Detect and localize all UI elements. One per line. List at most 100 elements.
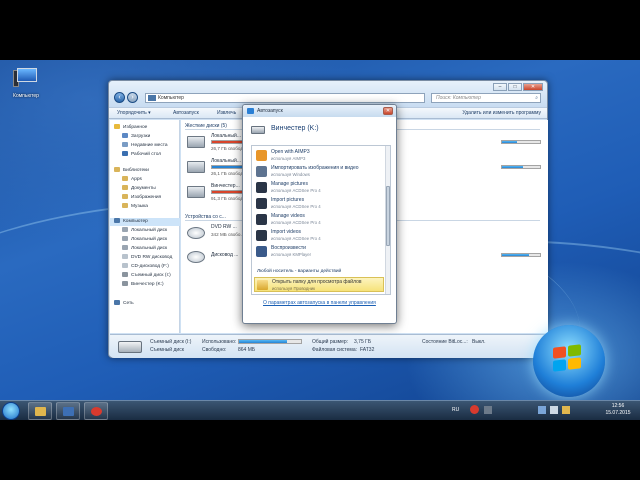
autoplay-button[interactable]: Автозапуск xyxy=(173,110,199,116)
downloads-icon xyxy=(122,133,128,138)
sidebar-item-network[interactable]: Сеть xyxy=(114,300,184,308)
sidebar-label: Локальный диск xyxy=(131,228,168,233)
uninstall-program-button[interactable]: Удалить или изменить программу xyxy=(462,110,541,116)
sidebar-label: Избранное xyxy=(123,125,148,130)
tray-volume-icon[interactable] xyxy=(550,406,558,414)
taskbar: RU 12:56 15.07.2015 xyxy=(0,400,640,420)
autoplay-option-import-windows[interactable]: Импортировать изображения и видео исполь… xyxy=(254,164,382,179)
address-bar[interactable]: Компьютер xyxy=(145,93,425,103)
forward-arrow-icon[interactable]: › xyxy=(127,92,138,103)
desktop-icon-label: Компьютер xyxy=(13,93,39,99)
drive-usage-fill xyxy=(502,141,518,143)
autoplay-option-manage-videos[interactable]: Manage videos используя ACDSee Pro 4 xyxy=(254,212,382,227)
maximize-button[interactable]: □ xyxy=(508,83,522,91)
tray-network-icon[interactable] xyxy=(538,406,546,414)
option-subtitle: используя ACDSee Pro 4 xyxy=(271,220,321,225)
drive-usage-bar-right xyxy=(501,140,541,144)
search-input[interactable]: Поиск: Компьютер ⌕ xyxy=(431,93,541,103)
option-title: Воспроизвести xyxy=(271,245,306,251)
option-title: Импортировать изображения и видео xyxy=(271,165,359,171)
tray-app-icon[interactable] xyxy=(484,406,492,414)
autoplay-title-bar[interactable]: Автозапуск ✕ xyxy=(243,105,396,117)
dvd-icon xyxy=(187,227,205,239)
windows-logo-icon xyxy=(533,325,605,397)
option-subtitle: используя ACDSee Pro 4 xyxy=(271,188,321,193)
sidebar-label: Сеть xyxy=(123,301,134,306)
details-fs-value: FAT32 xyxy=(360,347,375,353)
hard-drive-icon xyxy=(122,236,128,241)
sidebar-label: Музыка xyxy=(131,204,148,209)
sidebar-label: Документы xyxy=(131,186,156,191)
sidebar-label: DVD RW дисковод xyxy=(131,255,173,260)
back-arrow-icon[interactable]: ‹ xyxy=(114,92,125,103)
drive-usage-bar-right xyxy=(501,165,541,169)
drive-name: Локальный... xyxy=(211,158,241,164)
start-button[interactable] xyxy=(2,402,20,420)
autoplay-option-aimp[interactable]: Open with AIMP3 используя AIMP3 xyxy=(254,148,382,163)
flag-red xyxy=(553,346,566,359)
desktop: Компьютер – □ ✕ ‹ › Компьютер Поиск: Ком… xyxy=(0,60,640,420)
hard-drive-icon xyxy=(122,281,128,286)
details-used-label: Использовано: xyxy=(202,339,237,345)
details-total-label: Общий размер: xyxy=(312,339,349,345)
details-drive-type: Съемный диск xyxy=(150,347,184,353)
details-usage-bar xyxy=(238,339,302,344)
option-title: Import pictures xyxy=(271,197,305,203)
taskbar-app-button[interactable] xyxy=(56,402,80,420)
search-placeholder: Поиск: Компьютер xyxy=(436,95,481,101)
desktop-icon-computer[interactable]: Компьютер xyxy=(4,66,48,99)
drive-name: DVD RW ... xyxy=(211,224,237,230)
computer-icon xyxy=(148,95,156,101)
details-free-label: Свободно: xyxy=(202,347,227,353)
window-controls: – □ ✕ xyxy=(492,83,543,91)
autoplay-dialog[interactable]: Автозапуск ✕ Винчестер (K:) Open with AI… xyxy=(242,104,397,324)
autoplay-option-open-folder[interactable]: Открыть папку для просмотра файлов испол… xyxy=(254,277,384,292)
folder-icon xyxy=(122,176,128,181)
cd-drive-icon xyxy=(122,263,128,268)
organize-button[interactable]: Упорядочить ▾ xyxy=(117,110,151,116)
navigation-pane: Избранное Загрузки Недавние места Рабочи… xyxy=(110,120,180,333)
sidebar-item-favorites[interactable]: Избранное xyxy=(114,124,184,132)
acdsee-icon xyxy=(256,198,267,209)
network-icon xyxy=(114,300,120,305)
letterbox-top xyxy=(0,0,640,60)
scrollbar-thumb[interactable] xyxy=(386,186,390,246)
tray-flag-icon[interactable] xyxy=(562,406,570,414)
close-button[interactable]: ✕ xyxy=(523,83,543,91)
letterbox-bottom xyxy=(0,420,640,480)
flag-blue xyxy=(553,359,566,372)
autoplay-option-import-videos[interactable]: Import videos используя ACDSee Pro 4 xyxy=(254,228,382,243)
hard-drive-icon xyxy=(187,186,205,198)
sidebar-label: Компьютер xyxy=(123,219,148,224)
taskbar-recorder-button[interactable] xyxy=(84,402,108,420)
taskbar-explorer-button[interactable] xyxy=(28,402,52,420)
sidebar-item-computer[interactable]: Компьютер xyxy=(110,218,180,226)
sidebar-label: CD-дисковод (F:) xyxy=(131,264,169,269)
details-bitlocker-label: Состояние BitLoc...: xyxy=(422,339,468,345)
removable-drive-icon xyxy=(118,341,142,353)
autoplay-option-manage-pictures[interactable]: Manage pictures используя ACDSee Pro 4 xyxy=(254,180,382,195)
hard-drive-icon xyxy=(187,161,205,173)
autoplay-scrollbar[interactable] xyxy=(385,146,390,294)
language-indicator[interactable]: RU xyxy=(452,407,459,413)
eject-button[interactable]: Извлечь xyxy=(217,110,236,116)
autoplay-option-play-kmplayer[interactable]: Воспроизвести используя KMPlayer xyxy=(254,244,382,259)
music-icon xyxy=(122,203,128,208)
hard-drive-icon xyxy=(251,126,265,134)
autoplay-action-list: Open with AIMP3 используя AIMP3 Импортир… xyxy=(251,145,391,295)
hard-drive-icon xyxy=(187,136,205,148)
sidebar-label: Apps xyxy=(131,177,142,182)
drive-name: Локальный... xyxy=(211,133,241,139)
hard-drive-icon xyxy=(122,245,128,250)
computer-icon xyxy=(114,218,120,223)
minimize-button[interactable]: – xyxy=(493,83,507,91)
clock[interactable]: 12:56 15.07.2015 xyxy=(600,403,636,417)
tray-record-icon[interactable] xyxy=(470,405,479,414)
autoplay-option-import-pictures[interactable]: Import pictures используя ACDSee Pro 4 xyxy=(254,196,382,211)
close-icon[interactable]: ✕ xyxy=(383,107,393,115)
sidebar-label: Съемный диск (I:) xyxy=(131,273,171,278)
option-subtitle: используя ACDSee Pro 4 xyxy=(271,204,321,209)
sidebar-label: Рабочий стол xyxy=(131,152,162,157)
sidebar-item-libraries[interactable]: Библиотеки xyxy=(114,167,184,175)
autoplay-settings-link[interactable]: О параметрах автозапуска в панели управл… xyxy=(263,300,376,306)
